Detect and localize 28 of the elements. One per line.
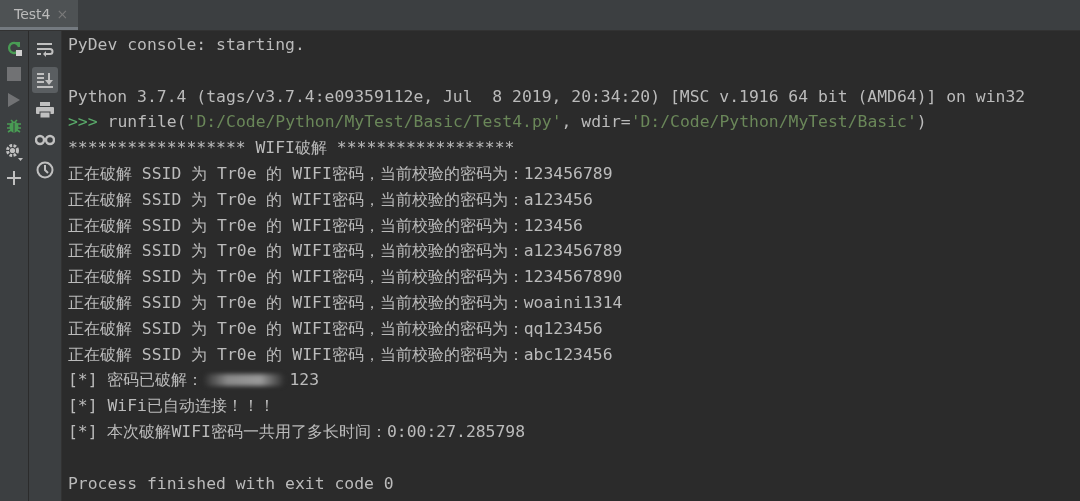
console-line: PyDev console: starting. [68, 34, 305, 56]
console-line: 正在破解 SSID 为 Tr0e 的 WIFI密码，当前校验的密码为：123456 [68, 214, 583, 237]
console-line: 正在破解 SSID 为 Tr0e 的 WIFI密码，当前校验的密码为：qq123456 [68, 317, 603, 340]
console-line: 正在破解 SSID 为 Tr0e 的 WIFI密码，当前校验的密码为：a123456789 [68, 240, 623, 263]
command-line: runfile('D:/Code/Python/MyTest/Basic/Test4.py', wdir='D:/Code/Python/MyTest/Basic') [107, 111, 927, 134]
soft-wrap-icon[interactable] [36, 42, 54, 58]
gear-icon[interactable] [5, 143, 23, 161]
console-line: [*] 密码已破解： [68, 369, 204, 392]
add-icon[interactable] [7, 171, 21, 185]
console-line: [*] WiFi已自动连接！！！ [68, 395, 275, 418]
bug-icon[interactable] [6, 118, 22, 134]
console-line: 正在破解 SSID 为 Tr0e 的 WIFI密码，当前校验的密码为：a123456 [68, 188, 593, 211]
console-line: 正在破解 SSID 为 Tr0e 的 WIFI密码，当前校验的密码为：abc123456 [68, 343, 613, 366]
console-line: ****************** WIFI破解 ****************** [68, 137, 515, 160]
printer-icon[interactable] [36, 102, 54, 118]
console-line: [*] 本次破解WIFI密码一共用了多长时间：0:00:27.285798 [68, 420, 526, 443]
rerun-icon[interactable] [6, 40, 22, 56]
console-line: 123 [289, 369, 320, 392]
clock-icon[interactable] [36, 161, 54, 179]
console-line: 正在破解 SSID 为 Tr0e 的 WIFI密码，当前校验的密码为：1234567890 [68, 266, 623, 289]
console-line: Python 3.7.4 (tags/v3.7.4:e09359112e, Jul 8 2019, 20:34:20) [MSC v.1916 64 bit (AMD64)] on win32 [68, 85, 1026, 108]
console-line: 正在破解 SSID 为 Tr0e 的 WIFI密码，当前校验的密码为：woaini1314 [68, 291, 623, 314]
scroll-to-end-icon[interactable] [36, 72, 54, 88]
console-line: 正在破解 SSID 为 Tr0e 的 WIFI密码，当前校验的密码为：123456789 [68, 163, 613, 185]
glasses-icon[interactable] [35, 134, 55, 146]
console-prompt: >>> [68, 111, 98, 134]
console-tab[interactable]: Test4 × [0, 0, 79, 30]
console-line: Process finished with exit code 0 [68, 472, 394, 495]
